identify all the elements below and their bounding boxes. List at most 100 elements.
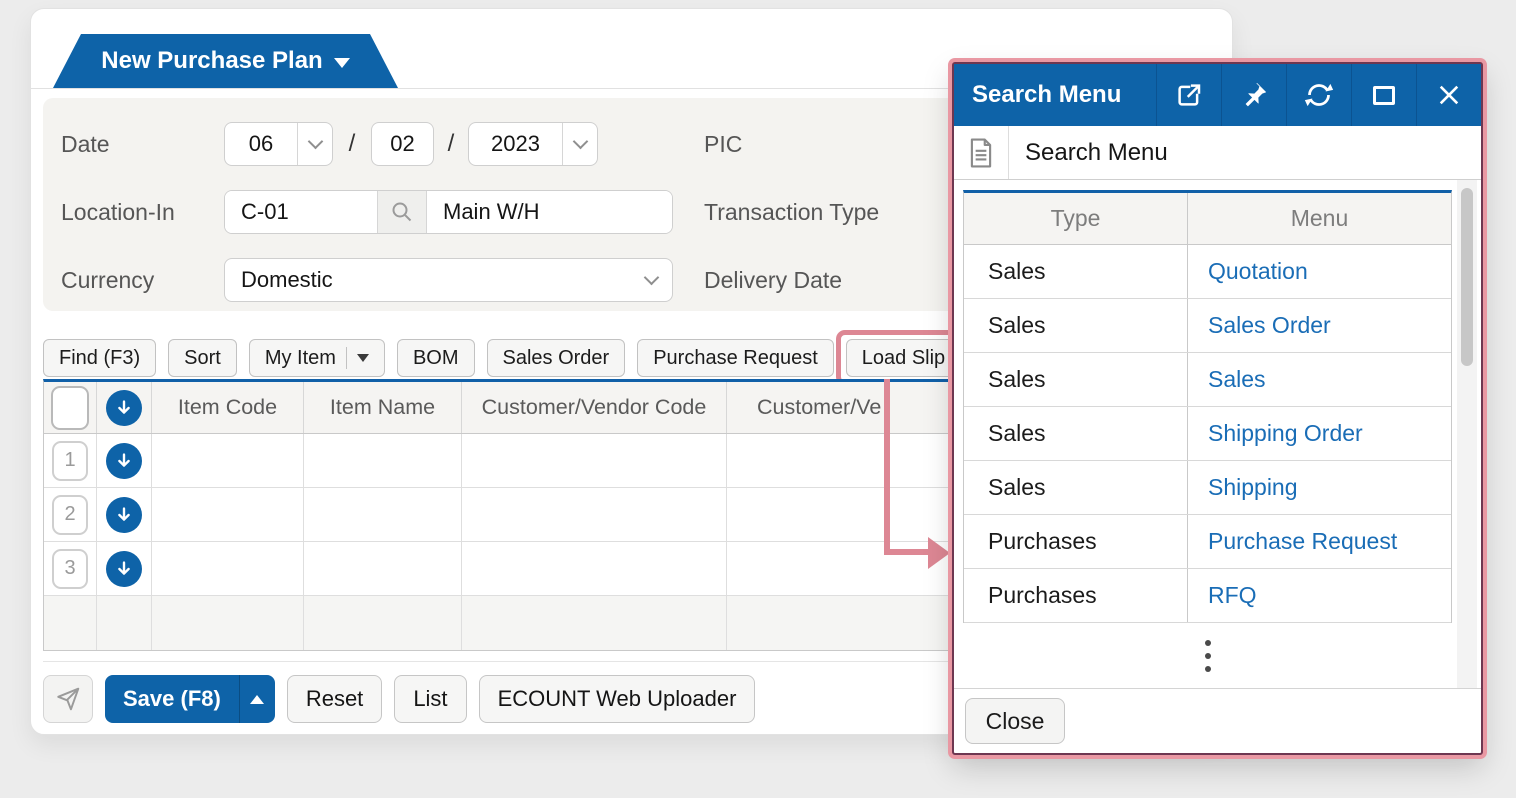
grid-cell[interactable] — [152, 488, 304, 541]
select-all-checkbox[interactable] — [51, 385, 89, 430]
maximize-icon — [1373, 85, 1395, 105]
arrow-down-icon — [118, 560, 130, 575]
chevron-down-icon — [333, 57, 350, 68]
col-header-customer-vendor-code: Customer/Vendor Code — [462, 382, 727, 433]
menu-type: Purchases — [964, 569, 1188, 622]
row-number[interactable]: 2 — [52, 494, 88, 535]
load-slip-button[interactable]: Load Slip — [845, 339, 962, 377]
grid-cell[interactable] — [304, 542, 462, 595]
menu-table-row: Sales Sales Order — [964, 299, 1451, 353]
fill-down-button[interactable] — [106, 496, 142, 533]
transaction-type-label: Transaction Type — [704, 199, 880, 225]
menu-type: Sales — [964, 353, 1188, 406]
pin-icon — [1245, 82, 1267, 107]
menu-table-row: Purchases Purchase Request — [964, 515, 1451, 569]
send-button[interactable] — [43, 675, 93, 723]
refresh-icon — [1304, 83, 1334, 107]
doc-type-tab[interactable]: New Purchase Plan — [53, 34, 398, 88]
grid-cell[interactable] — [462, 434, 727, 487]
fill-down-button[interactable] — [106, 389, 142, 426]
open-in-new-window-button[interactable] — [1156, 64, 1221, 126]
scrollbar-track[interactable] — [1457, 180, 1477, 688]
menu-link-quotation[interactable]: Quotation — [1188, 258, 1308, 285]
button-divider — [345, 347, 347, 369]
menu-table-row: Sales Sales — [964, 353, 1451, 407]
purchase-request-button[interactable]: Purchase Request — [637, 339, 834, 377]
dialog-titlebar: Search Menu — [954, 64, 1481, 126]
grid-cell[interactable] — [462, 488, 727, 541]
date-year-value: 2023 — [491, 131, 540, 156]
load-slip-highlight-wrap: Load Slip — [835, 330, 972, 386]
save-options-toggle[interactable] — [238, 675, 275, 723]
menu-link-shipping[interactable]: Shipping — [1188, 474, 1298, 501]
date-separator: / — [447, 130, 455, 157]
menu-link-rfq[interactable]: RFQ — [1188, 582, 1257, 609]
menu-table-row: Sales Quotation — [964, 245, 1451, 299]
dialog-subtitle: Search Menu — [1025, 138, 1168, 166]
search-icon — [392, 202, 412, 222]
date-day-input[interactable] — [371, 122, 434, 166]
save-label: Save (F8) — [123, 686, 221, 711]
chevron-down-icon — [630, 259, 672, 301]
delivery-date-label: Delivery Date — [704, 267, 843, 293]
maximize-button[interactable] — [1351, 64, 1416, 126]
sort-button[interactable]: Sort — [168, 339, 237, 377]
fill-down-button[interactable] — [106, 550, 142, 587]
list-button[interactable]: List — [394, 675, 467, 723]
menu-type: Purchases — [964, 515, 1188, 568]
grid-cell[interactable] — [462, 542, 727, 595]
menu-link-sales[interactable]: Sales — [1188, 366, 1266, 393]
refresh-button[interactable] — [1286, 64, 1351, 126]
grid-cell[interactable] — [152, 434, 304, 487]
currency-value: Domestic — [241, 267, 333, 292]
col-header-type: Type — [964, 193, 1188, 244]
col-header-item-name: Item Name — [304, 382, 462, 433]
bom-button[interactable]: BOM — [396, 339, 475, 377]
pin-button[interactable] — [1221, 64, 1286, 126]
close-dialog-button[interactable] — [1416, 64, 1481, 126]
fill-down-button[interactable] — [106, 442, 142, 479]
date-month-select[interactable]: 06 — [224, 122, 333, 166]
col-header-menu: Menu — [1290, 205, 1349, 231]
row-number[interactable]: 3 — [52, 548, 88, 589]
grid-cell[interactable] — [304, 488, 462, 541]
dialog-content: Type Menu Sales Quotation Sales Sales Or… — [954, 180, 1481, 688]
reset-button[interactable]: Reset — [286, 675, 383, 723]
close-button[interactable]: Close — [965, 698, 1065, 744]
paper-plane-icon — [57, 687, 80, 711]
arrow-down-icon — [118, 506, 130, 521]
grid-cell[interactable] — [304, 434, 462, 487]
dialog-title: Search Menu — [972, 81, 1122, 108]
ecount-web-uploader-button[interactable]: ECOUNT Web Uploader — [478, 675, 756, 723]
dialog-subheader: Search Menu — [954, 126, 1481, 180]
menu-table-row: Sales Shipping Order — [964, 407, 1451, 461]
grid-toolbar: Find (F3) Sort My Item BOM Sales Order P… — [43, 330, 972, 386]
scrollbar-thumb[interactable] — [1461, 188, 1473, 366]
chevron-down-icon — [356, 354, 369, 362]
currency-label: Currency — [61, 267, 155, 293]
menu-link-shipping-order[interactable]: Shipping Order — [1188, 420, 1363, 447]
menu-link-purchase-request[interactable]: Purchase Request — [1188, 528, 1397, 555]
arrow-down-icon — [118, 399, 130, 414]
menu-type: Sales — [964, 461, 1188, 514]
date-label: Date — [61, 131, 110, 157]
location-code-input[interactable] — [225, 191, 377, 233]
my-item-button[interactable]: My Item — [248, 339, 385, 377]
date-year-select[interactable]: 2023 — [468, 122, 598, 166]
currency-select[interactable]: Domestic — [224, 258, 673, 302]
find-button[interactable]: Find (F3) — [43, 339, 157, 377]
sales-order-button[interactable]: Sales Order — [486, 339, 626, 377]
location-search-button[interactable] — [377, 191, 427, 233]
location-name-input[interactable] — [427, 191, 672, 233]
menu-table-row: Purchases RFQ — [964, 569, 1451, 623]
date-separator: / — [348, 130, 356, 157]
chevron-down-icon — [562, 123, 597, 165]
menu-link-sales-order[interactable]: Sales Order — [1188, 312, 1331, 339]
dialog-footer: Close — [954, 688, 1481, 753]
row-number[interactable]: 1 — [52, 440, 88, 481]
menu-table-header: Type Menu — [964, 193, 1451, 245]
grid-cell[interactable] — [152, 542, 304, 595]
document-icon — [970, 138, 992, 167]
document-icon-cell — [954, 126, 1008, 179]
save-button[interactable]: Save (F8) — [105, 675, 275, 723]
